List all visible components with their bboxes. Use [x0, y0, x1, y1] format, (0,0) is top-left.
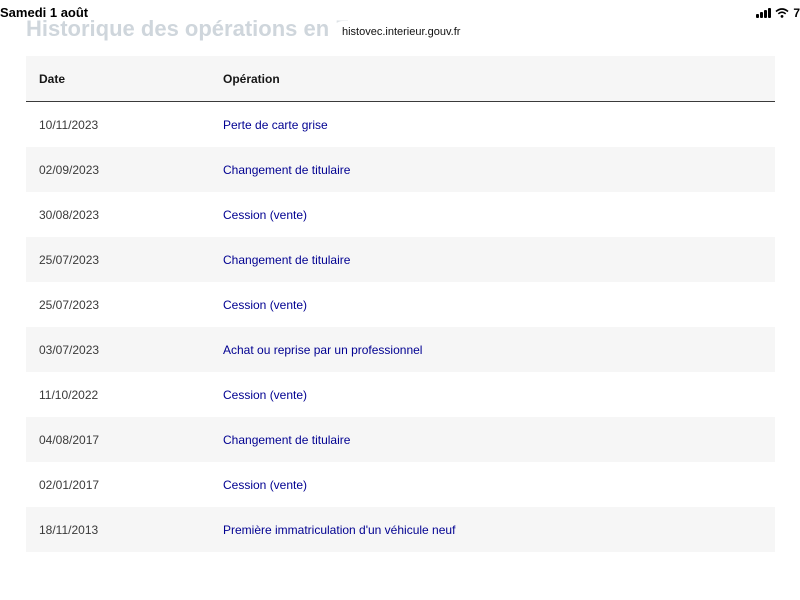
- table-row: 25/07/2023 Changement de titulaire: [26, 237, 775, 282]
- table-row: 02/09/2023 Changement de titulaire: [26, 147, 775, 192]
- operation-cell: Changement de titulaire: [223, 417, 775, 462]
- operation-date: 10/11/2023: [26, 101, 223, 147]
- operation-cell: Cession (vente): [223, 372, 775, 417]
- operation-cell: Cession (vente): [223, 462, 775, 507]
- operation-date: 04/08/2017: [26, 417, 223, 462]
- operation-link[interactable]: Cession (vente): [223, 478, 307, 492]
- table-row: 18/11/2013 Première immatriculation d'un …: [26, 507, 775, 552]
- operation-column-header: Opération: [223, 56, 775, 102]
- operation-date: 25/07/2023: [26, 282, 223, 327]
- operation-cell: Perte de carte grise: [223, 101, 775, 147]
- operation-link[interactable]: Changement de titulaire: [223, 433, 350, 447]
- operation-link[interactable]: Changement de titulaire: [223, 163, 350, 177]
- operation-date: 18/11/2013: [26, 507, 223, 552]
- table-header-row: Date Opération: [26, 56, 775, 102]
- operation-date: 25/07/2023: [26, 237, 223, 282]
- table-row: 02/01/2017 Cession (vente): [26, 462, 775, 507]
- date-column-header: Date: [26, 56, 223, 102]
- operation-cell: Cession (vente): [223, 192, 775, 237]
- battery-level: 7: [793, 6, 800, 20]
- operation-link[interactable]: Première immatriculation d'un véhicule n…: [223, 523, 455, 537]
- operation-cell: Changement de titulaire: [223, 147, 775, 192]
- operation-cell: Première immatriculation d'un véhicule n…: [223, 507, 775, 552]
- operation-link[interactable]: Perte de carte grise: [223, 118, 328, 132]
- operation-link[interactable]: Changement de titulaire: [223, 253, 350, 267]
- table-row: 11/10/2022 Cession (vente): [26, 372, 775, 417]
- operation-link[interactable]: Cession (vente): [223, 388, 307, 402]
- operation-date: 02/09/2023: [26, 147, 223, 192]
- operation-date: 03/07/2023: [26, 327, 223, 372]
- operation-date: 30/08/2023: [26, 192, 223, 237]
- table-row: 10/11/2023 Perte de carte grise: [26, 101, 775, 147]
- operation-link[interactable]: Achat ou reprise par un professionnel: [223, 343, 422, 357]
- table-row: 04/08/2017 Changement de titulaire: [26, 417, 775, 462]
- operation-link[interactable]: Cession (vente): [223, 298, 307, 312]
- table-row: 25/07/2023 Cession (vente): [26, 282, 775, 327]
- operations-history-table: Date Opération 10/11/2023 Perte de carte …: [26, 56, 775, 552]
- url-bar[interactable]: histovec.interieur.gouv.fr: [332, 21, 471, 43]
- table-row: 03/07/2023 Achat ou reprise par un profes…: [26, 327, 775, 372]
- operation-cell: Changement de titulaire: [223, 237, 775, 282]
- table-row: 30/08/2023 Cession (vente): [26, 192, 775, 237]
- operation-cell: Achat ou reprise par un professionnel: [223, 327, 775, 372]
- operation-link[interactable]: Cession (vente): [223, 208, 307, 222]
- operation-date: 02/01/2017: [26, 462, 223, 507]
- operation-cell: Cession (vente): [223, 282, 775, 327]
- operation-date: 11/10/2022: [26, 372, 223, 417]
